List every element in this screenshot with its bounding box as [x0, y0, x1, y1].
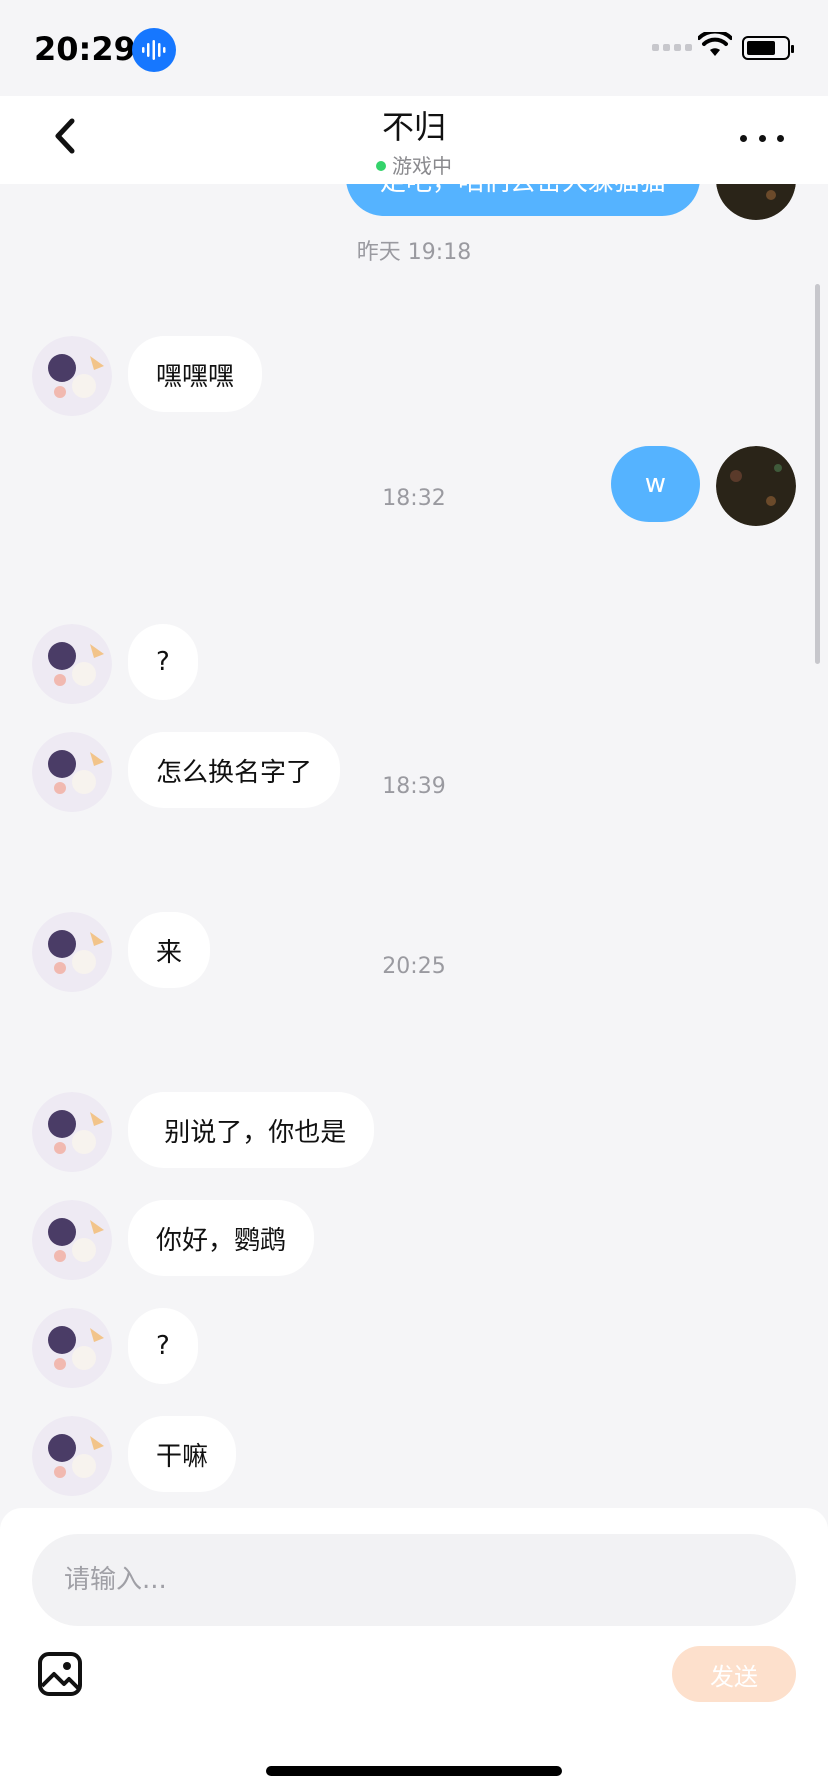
more-icon: [740, 134, 747, 142]
contact-avatar[interactable]: [32, 336, 112, 416]
contact-avatar[interactable]: [32, 1308, 112, 1388]
contact-avatar[interactable]: [32, 732, 112, 812]
chat-header: 不归 游戏中: [0, 96, 828, 184]
message-bubble: 别说了，你也是: [128, 1092, 375, 1168]
more-button[interactable]: [740, 126, 784, 150]
timestamp: 18:32: [382, 486, 446, 511]
contact-avatar[interactable]: [32, 1416, 112, 1496]
send-button[interactable]: 发送: [672, 1646, 796, 1702]
message-incoming: 你好，鹦鹉: [32, 1200, 315, 1280]
status-bar: 20:29: [0, 0, 828, 96]
timestamp: 18:39: [382, 774, 446, 799]
message-outgoing: 走吧，咱们去密大躲猫猫: [345, 184, 796, 220]
message-incoming: 来: [32, 912, 211, 992]
message-incoming: ?: [32, 1308, 198, 1388]
contact-status: 游戏中: [0, 150, 828, 179]
status-time: 20:29: [34, 30, 136, 68]
message-incoming: 怎么换名字了: [32, 732, 341, 812]
message-incoming: ?: [32, 624, 198, 704]
message-bubble: 走吧，咱们去密大躲猫猫: [345, 184, 700, 216]
contact-status-text: 游戏中: [392, 154, 452, 178]
image-icon: [38, 1652, 82, 1696]
contact-avatar[interactable]: [32, 912, 112, 992]
timestamp: 20:25: [382, 954, 446, 979]
signal-icon: [652, 44, 692, 51]
chat-list[interactable]: 走吧，咱们去密大躲猫猫 昨天 19:18 嘿嘿嘿 w 18:32 ? 怎么换名字…: [0, 184, 828, 1510]
message-bubble: ?: [128, 1308, 198, 1384]
contact-name: 不归: [381, 108, 446, 146]
message-bubble: 你好，鹦鹉: [128, 1200, 315, 1276]
wifi-icon: [698, 32, 732, 56]
message-incoming: 嘿嘿嘿: [32, 336, 263, 416]
chat-scrollbar[interactable]: [815, 284, 820, 664]
online-dot-icon: [376, 160, 386, 171]
image-button[interactable]: [36, 1650, 84, 1698]
message-bubble: 干嘛: [128, 1416, 237, 1492]
battery-icon: [742, 36, 794, 60]
home-indicator: [266, 1766, 562, 1776]
message-bubble: ?: [128, 624, 198, 700]
contact-avatar[interactable]: [32, 1092, 112, 1172]
contact-avatar[interactable]: [32, 1200, 112, 1280]
message-incoming: 别说了，你也是: [32, 1092, 375, 1172]
message-bubble: 嘿嘿嘿: [128, 336, 263, 412]
mic-badge-icon[interactable]: [132, 28, 176, 72]
contact-avatar[interactable]: [32, 624, 112, 704]
composer: 发送: [0, 1508, 828, 1792]
message-incoming: 干嘛: [32, 1416, 237, 1496]
timestamp: 昨天 19:18: [356, 240, 472, 265]
message-input[interactable]: [32, 1534, 796, 1626]
my-avatar: [716, 184, 796, 220]
